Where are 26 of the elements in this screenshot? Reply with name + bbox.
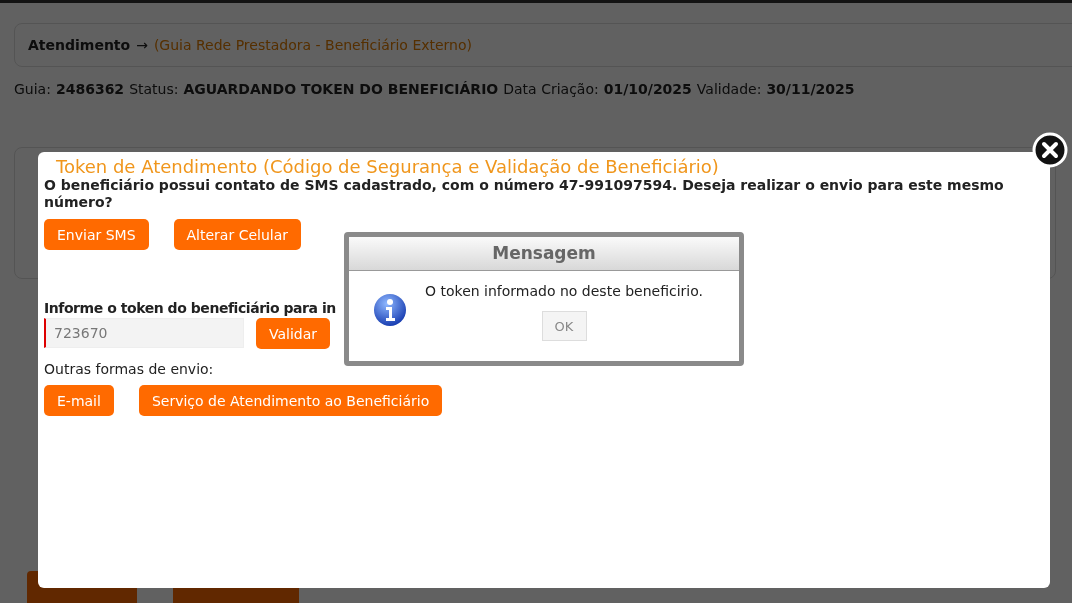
send-option-button[interactable]: E-mail — [44, 385, 114, 416]
sms-button[interactable]: Enviar SMS — [44, 219, 149, 250]
info-value: 2486362 — [55, 81, 125, 97]
info-value: 01/10/2025 — [603, 81, 692, 97]
info-icon — [373, 293, 407, 327]
info-label: Guia: — [14, 81, 51, 97]
message-text: O token informado no deste beneficirio. — [425, 283, 703, 299]
token-label: Informe o token do beneficiário para in — [44, 300, 337, 316]
close-icon[interactable] — [1032, 132, 1068, 168]
info-label: Status: — [129, 81, 179, 97]
breadcrumb-arrow: → — [136, 37, 148, 53]
breadcrumb-path[interactable]: (Guia Rede Prestadora - Beneficiário Externo) — [153, 37, 473, 53]
other-methods-label: Outras formas de envio: — [44, 361, 215, 377]
sms-button[interactable]: Alterar Celular — [173, 219, 302, 250]
validate-button[interactable]: Validar — [256, 318, 331, 349]
sms-question: O beneficiário possui contato de SMS cadastrado, com o número 47-991097594. Deseja realizar o envio para este mesmo número? — [44, 177, 1005, 211]
message-title: Mensagem — [349, 237, 739, 271]
token-input[interactable]: 723670 — [44, 318, 244, 348]
info-value: 30/11/2025 — [766, 81, 855, 97]
dialog-title: Token de Atendimento (Código de Segurança e Validação de Beneficiário) — [55, 156, 720, 177]
info-label: Data Criação: — [503, 81, 599, 97]
info-value: AGUARDANDO TOKEN DO BENEFICIÁRIO — [183, 81, 499, 97]
breadcrumb-section: Atendimento — [28, 37, 131, 53]
send-option-button[interactable]: Serviço de Atendimento ao Beneficiário — [138, 385, 443, 416]
info-label: Validade: — [696, 81, 762, 97]
ok-button[interactable]: OK — [541, 311, 587, 341]
